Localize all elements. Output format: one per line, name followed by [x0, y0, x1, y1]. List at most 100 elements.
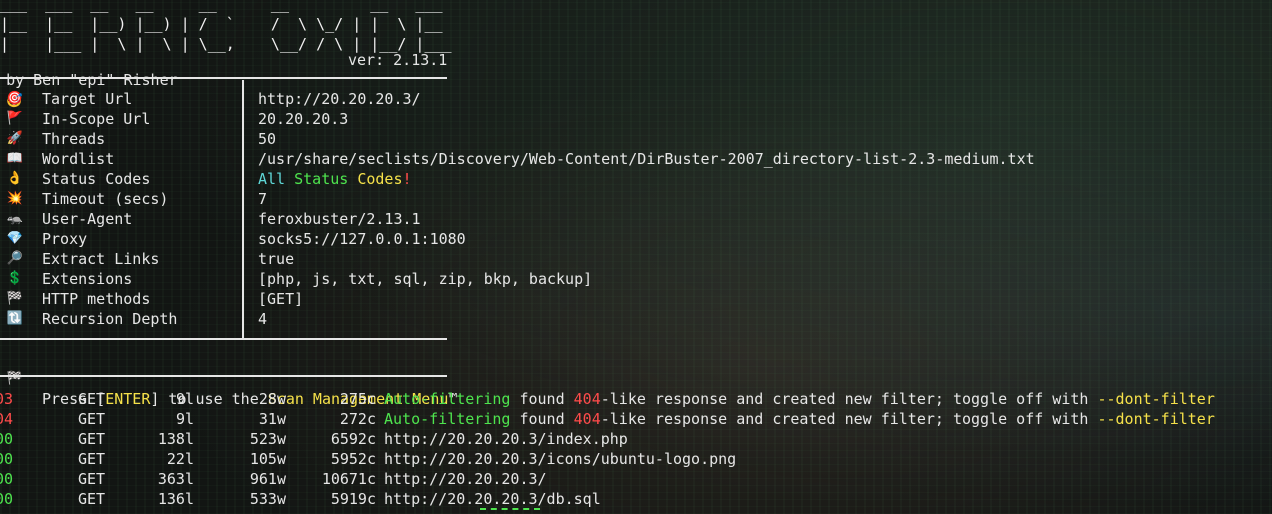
result-method: GET [78, 410, 106, 428]
config-row: 💲 Extensions [php, js, txt, sql, zip, bkp,… [0, 269, 1272, 289]
banner-author: by Ben "epi" Risher [6, 71, 178, 89]
config-row-label: HTTP methods [42, 290, 151, 308]
filtered-code: 404 [573, 410, 601, 428]
result-char-count: 5919c [330, 490, 376, 508]
config-row-label: User-Agent [42, 210, 133, 228]
result-row: 403GET9l28w275cAuto-filtering found 404-… [0, 389, 1272, 409]
result-status-code: 404 [0, 410, 14, 428]
result-word-count: 105w [249, 450, 286, 468]
config-row-icon: 👌 [6, 171, 24, 186]
config-row-icon: 💲 [6, 271, 24, 286]
result-char-count: 6592c [330, 430, 376, 448]
config-row-icon: 🔃 [6, 311, 24, 326]
result-method: GET [78, 470, 106, 488]
result-row: 200 GET 363l 961w 10671c http://20.20.20.3/ [0, 469, 1272, 489]
result-url[interactable]: http://20.20.20.3/index.php [384, 429, 628, 449]
config-row-value: /usr/share/seclists/Discovery/Web-Conten… [258, 150, 1035, 168]
config-row-icon: 🔎 [6, 251, 24, 266]
config-row: 🎯 Target Url http://20.20.20.3/ [0, 89, 1272, 109]
result-status-code: 200 [0, 450, 14, 468]
result-row: 200 GET 22l 105w 5952c http://20.20.20.3/icon… [0, 449, 1272, 469]
config-row-label: In-Scope Url [42, 110, 151, 128]
filtered-code: 404 [573, 390, 601, 408]
config-row-label: Recursion Depth [42, 310, 178, 328]
result-row: 200 GET 136l 533w 5919c http://20.20.20.3/db.… [0, 489, 1272, 509]
config-row-value: 20.20.20.3 [258, 110, 349, 128]
config-row: 🔃 Recursion Depth 4 [0, 309, 1272, 329]
result-line-count: 136l [157, 490, 194, 508]
config-row: 💎 Proxy socks5://127.0.0.1:1080 [0, 229, 1272, 249]
result-status-code: 200 [0, 490, 14, 508]
config-row-value: socks5://127.0.0.1:1080 [258, 230, 466, 248]
result-method: GET [78, 390, 106, 408]
auto-filtering-label: Auto-filtering [384, 390, 511, 408]
config-row-value: true [258, 250, 295, 268]
result-word-count: 961w [249, 470, 286, 488]
result-url[interactable]: http://20.20.20.3/icons/ubuntu-logo.png [384, 449, 736, 469]
config-row-icon: 🚀 [6, 131, 24, 146]
config-row-value: 7 [258, 190, 268, 208]
config-row: 🏁 HTTP methods [GET] [0, 289, 1272, 309]
config-row-value: 4 [258, 310, 268, 328]
config-row-icon: 📖 [6, 151, 24, 166]
result-char-count: 272c [339, 410, 376, 428]
config-row-icon: 🎯 [6, 91, 24, 106]
status-codes-part: Codes [357, 170, 403, 188]
config-row-value: [GET] [258, 290, 304, 308]
result-method: GET [78, 430, 106, 448]
result-word-count: 533w [249, 490, 286, 508]
result-char-count: 5952c [330, 450, 376, 468]
result-word-count: 28w [258, 390, 286, 408]
banner-art-line-2: |__ |__ |__) |__) | / ` / \ \_/ | | \ |_… [0, 15, 443, 33]
banner-art-line-1: ___ ___ __ __ __ __ __ ___ [0, 0, 443, 13]
checkered-flag-icon: 🏁 [6, 371, 24, 386]
dont-filter-flag: --dont-filter [1097, 410, 1215, 428]
result-line-count: 138l [157, 430, 194, 448]
filter-message: -like response and created new filter; t… [600, 410, 1098, 428]
result-url[interactable]: http://20.20.20.3/db.sql [384, 489, 601, 509]
config-row: 📖 Wordlist/usr/share/seclists/Discovery/W… [0, 149, 1272, 169]
config-row-icon: 💥 [6, 191, 24, 206]
result-char-count: 275c [339, 390, 376, 408]
result-row: 404GET9l31w272cAuto-filtering found 404-… [0, 409, 1272, 429]
config-row-label: Extract Links [42, 250, 160, 268]
result-line-count: 363l [157, 470, 194, 488]
filter-message: -like response and created new filter; t… [600, 390, 1098, 408]
result-word-count: 31w [258, 410, 286, 428]
config-row-icon: 🦡 [6, 211, 24, 226]
result-char-count: 10671c [321, 470, 376, 488]
result-line-count: 22l [166, 450, 194, 468]
config-row: 🚩 In-Scope Url 20.20.20.3 [0, 109, 1272, 129]
result-method: GET [78, 490, 106, 508]
config-row-value: All Status Codes! [258, 169, 412, 189]
config-row-label: Extensions [42, 270, 133, 288]
config-row: 👌 Status Codes All Status Codes! [0, 169, 1272, 189]
result-status-code: 200 [0, 430, 14, 448]
config-row: 🔎 Extract Links true [0, 249, 1272, 269]
banner-author-line: by Ben "epi" Risher 🤓 [0, 50, 178, 109]
found-text: found [510, 390, 574, 408]
config-top-separator [0, 77, 447, 79]
results-top-separator [0, 375, 447, 377]
result-method: GET [78, 450, 106, 468]
config-row-icon: 🚩 [6, 111, 24, 126]
scan-menu-hint: 🏁 Press [ENTER] to use the Scan Manageme… [0, 349, 1272, 408]
found-text: found [510, 410, 574, 428]
dont-filter-flag: --dont-filter [1097, 390, 1215, 408]
result-status-code: 403 [0, 390, 14, 408]
banner-version: ver: 2.13.1 [348, 51, 448, 69]
config-row-label: Timeout (secs) [42, 190, 169, 208]
result-message: Auto-filtering found 404-like response a… [384, 409, 1215, 429]
config-row-value: feroxbuster/2.13.1 [258, 210, 421, 228]
config-row-label: Status Codes [42, 170, 151, 188]
result-message: Auto-filtering found 404-like response a… [384, 389, 1215, 409]
result-word-count: 523w [249, 430, 286, 448]
config-row: 🦡 User-Agent feroxbuster/2.13.1 [0, 209, 1272, 229]
status-codes-part: ! [402, 170, 412, 188]
result-url[interactable]: http://20.20.20.3/ [384, 469, 547, 489]
config-row-value: [php, js, txt, sql, zip, bkp, backup] [258, 270, 593, 288]
config-row-icon: 💎 [6, 231, 24, 246]
result-status-code: 200 [0, 470, 14, 488]
status-codes-part: Status [294, 170, 349, 188]
config-row-label: Threads [42, 130, 106, 148]
